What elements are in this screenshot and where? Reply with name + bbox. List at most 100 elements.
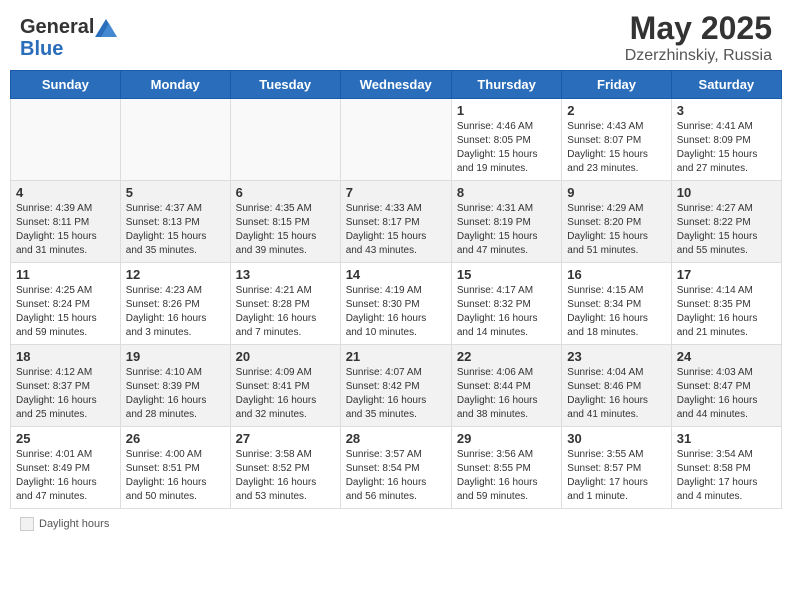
day-header-thursday: Thursday bbox=[451, 71, 561, 99]
day-number: 1 bbox=[457, 103, 556, 118]
calendar-day-12: 12 Sunrise: 4:23 AM Sunset: 8:26 PM Dayli… bbox=[120, 263, 230, 345]
day-info: Sunrise: 4:07 AM Sunset: 8:42 PM Dayligh… bbox=[346, 366, 446, 422]
calendar-day-7: 7Sunrise: 4:33 AM Sunset: 8:17 PM Daylig… bbox=[340, 181, 451, 263]
calendar-day-10: 10 Sunrise: 4:27 AM Sunset: 8:22 PM Dayli… bbox=[671, 181, 781, 263]
day-info: Sunrise: 3:55 AM Sunset: 8:57 PM Dayligh… bbox=[567, 448, 665, 504]
day-info: Sunrise: 4:09 AM Sunset: 8:41 PM Dayligh… bbox=[236, 366, 335, 422]
calendar-week-3: 11Sunrise: 4:25 AM Sunset: 8:24 PM Dayli… bbox=[11, 263, 782, 345]
title-section: May 2025 Dzerzhinskiy, Russia bbox=[625, 10, 772, 65]
logo-text: General Blue bbox=[20, 16, 118, 60]
day-info: Sunrise: 4:03 AM Sunset: 8:47 PM Dayligh… bbox=[677, 366, 776, 422]
day-number: 4 bbox=[16, 185, 115, 200]
calendar-day-empty bbox=[230, 99, 340, 181]
day-header-sunday: Sunday bbox=[11, 71, 121, 99]
day-info: Sunrise: 4:14 AM Sunset: 8:35 PM Dayligh… bbox=[677, 284, 776, 340]
calendar-day-empty bbox=[340, 99, 451, 181]
calendar-day-8: 8 Sunrise: 4:31 AM Sunset: 8:19 PM Daylig… bbox=[451, 181, 561, 263]
logo-blue: Blue bbox=[20, 38, 63, 60]
day-number: 9 bbox=[567, 185, 665, 200]
day-number: 6 bbox=[236, 185, 335, 200]
day-header-wednesday: Wednesday bbox=[340, 71, 451, 99]
calendar-day-18: 18Sunrise: 4:12 AM Sunset: 8:37 PM Dayli… bbox=[11, 345, 121, 427]
calendar-day-20: 20 Sunrise: 4:09 AM Sunset: 8:41 PM Dayli… bbox=[230, 345, 340, 427]
calendar-day-30: 30 Sunrise: 3:55 AM Sunset: 8:57 PM Dayli… bbox=[562, 427, 671, 509]
day-info: Sunrise: 4:41 AM Sunset: 8:09 PM Dayligh… bbox=[677, 120, 776, 176]
day-info: Sunrise: 3:56 AM Sunset: 8:55 PM Dayligh… bbox=[457, 448, 556, 504]
day-number: 23 bbox=[567, 349, 665, 364]
calendar-day-26: 26Sunrise: 4:00 AM Sunset: 8:51 PM Dayli… bbox=[120, 427, 230, 509]
day-info: Sunrise: 4:06 AM Sunset: 8:44 PM Dayligh… bbox=[457, 366, 556, 422]
calendar-day-21: 21Sunrise: 4:07 AM Sunset: 8:42 PM Dayli… bbox=[340, 345, 451, 427]
calendar-day-2: 2 Sunrise: 4:43 AM Sunset: 8:07 PM Daylig… bbox=[562, 99, 671, 181]
logo-icon bbox=[95, 19, 117, 37]
day-info: Sunrise: 4:25 AM Sunset: 8:24 PM Dayligh… bbox=[16, 284, 115, 340]
logo: General Blue bbox=[20, 16, 118, 60]
day-info: Sunrise: 3:54 AM Sunset: 8:58 PM Dayligh… bbox=[677, 448, 776, 504]
day-number: 28 bbox=[346, 431, 446, 446]
day-info: Sunrise: 4:15 AM Sunset: 8:34 PM Dayligh… bbox=[567, 284, 665, 340]
day-header-tuesday: Tuesday bbox=[230, 71, 340, 99]
day-number: 16 bbox=[567, 267, 665, 282]
day-number: 10 bbox=[677, 185, 776, 200]
calendar-day-27: 27Sunrise: 3:58 AM Sunset: 8:52 PM Dayli… bbox=[230, 427, 340, 509]
calendar-day-31: 31 Sunrise: 3:54 AM Sunset: 8:58 PM Dayli… bbox=[671, 427, 781, 509]
day-info: Sunrise: 4:04 AM Sunset: 8:46 PM Dayligh… bbox=[567, 366, 665, 422]
day-number: 17 bbox=[677, 267, 776, 282]
day-number: 24 bbox=[677, 349, 776, 364]
calendar-day-15: 15Sunrise: 4:17 AM Sunset: 8:32 PM Dayli… bbox=[451, 263, 561, 345]
calendar-week-5: 25 Sunrise: 4:01 AM Sunset: 8:49 PM Dayli… bbox=[11, 427, 782, 509]
calendar-day-28: 28Sunrise: 3:57 AM Sunset: 8:54 PM Dayli… bbox=[340, 427, 451, 509]
day-number: 2 bbox=[567, 103, 665, 118]
calendar-day-11: 11Sunrise: 4:25 AM Sunset: 8:24 PM Dayli… bbox=[11, 263, 121, 345]
calendar-day-14: 14 Sunrise: 4:19 AM Sunset: 8:30 PM Dayli… bbox=[340, 263, 451, 345]
day-number: 12 bbox=[126, 267, 225, 282]
day-number: 18 bbox=[16, 349, 115, 364]
day-info: Sunrise: 4:43 AM Sunset: 8:07 PM Dayligh… bbox=[567, 120, 665, 176]
day-info: Sunrise: 4:33 AM Sunset: 8:17 PM Dayligh… bbox=[346, 202, 446, 258]
day-number: 14 bbox=[346, 267, 446, 282]
day-number: 29 bbox=[457, 431, 556, 446]
day-number: 8 bbox=[457, 185, 556, 200]
calendar-day-1: 1 Sunrise: 4:46 AM Sunset: 8:05 PM Daylig… bbox=[451, 99, 561, 181]
day-info: Sunrise: 4:31 AM Sunset: 8:19 PM Dayligh… bbox=[457, 202, 556, 258]
day-number: 3 bbox=[677, 103, 776, 118]
daylight-hours-legend: Daylight hours bbox=[20, 517, 109, 531]
calendar-day-22: 22Sunrise: 4:06 AM Sunset: 8:44 PM Dayli… bbox=[451, 345, 561, 427]
logo-general: General bbox=[20, 16, 94, 38]
day-number: 27 bbox=[236, 431, 335, 446]
calendar-day-5: 5Sunrise: 4:37 AM Sunset: 8:13 PM Daylig… bbox=[120, 181, 230, 263]
page-header: General Blue May 2025 Dzerzhinskiy, Russ… bbox=[0, 0, 792, 70]
day-info: Sunrise: 4:19 AM Sunset: 8:30 PM Dayligh… bbox=[346, 284, 446, 340]
calendar-day-24: 24 Sunrise: 4:03 AM Sunset: 8:47 PM Dayli… bbox=[671, 345, 781, 427]
shaded-legend-box bbox=[20, 517, 34, 531]
calendar-day-17: 17 Sunrise: 4:14 AM Sunset: 8:35 PM Dayli… bbox=[671, 263, 781, 345]
day-info: Sunrise: 4:35 AM Sunset: 8:15 PM Dayligh… bbox=[236, 202, 335, 258]
main-title: May 2025 bbox=[625, 10, 772, 47]
day-header-saturday: Saturday bbox=[671, 71, 781, 99]
day-number: 30 bbox=[567, 431, 665, 446]
day-info: Sunrise: 4:29 AM Sunset: 8:20 PM Dayligh… bbox=[567, 202, 665, 258]
calendar-day-23: 23 Sunrise: 4:04 AM Sunset: 8:46 PM Dayli… bbox=[562, 345, 671, 427]
day-info: Sunrise: 4:37 AM Sunset: 8:13 PM Dayligh… bbox=[126, 202, 225, 258]
day-info: Sunrise: 4:10 AM Sunset: 8:39 PM Dayligh… bbox=[126, 366, 225, 422]
calendar-day-empty bbox=[11, 99, 121, 181]
day-number: 26 bbox=[126, 431, 225, 446]
daylight-hours-label: Daylight hours bbox=[39, 518, 109, 530]
calendar-day-13: 13Sunrise: 4:21 AM Sunset: 8:28 PM Dayli… bbox=[230, 263, 340, 345]
day-number: 25 bbox=[16, 431, 115, 446]
day-info: Sunrise: 4:46 AM Sunset: 8:05 PM Dayligh… bbox=[457, 120, 556, 176]
calendar-day-16: 16 Sunrise: 4:15 AM Sunset: 8:34 PM Dayli… bbox=[562, 263, 671, 345]
calendar-day-25: 25 Sunrise: 4:01 AM Sunset: 8:49 PM Dayli… bbox=[11, 427, 121, 509]
calendar-week-4: 18Sunrise: 4:12 AM Sunset: 8:37 PM Dayli… bbox=[11, 345, 782, 427]
day-info: Sunrise: 4:17 AM Sunset: 8:32 PM Dayligh… bbox=[457, 284, 556, 340]
day-number: 31 bbox=[677, 431, 776, 446]
day-info: Sunrise: 4:27 AM Sunset: 8:22 PM Dayligh… bbox=[677, 202, 776, 258]
calendar-day-19: 19 Sunrise: 4:10 AM Sunset: 8:39 PM Dayli… bbox=[120, 345, 230, 427]
calendar-day-empty bbox=[120, 99, 230, 181]
day-info: Sunrise: 4:23 AM Sunset: 8:26 PM Dayligh… bbox=[126, 284, 225, 340]
day-info: Sunrise: 4:01 AM Sunset: 8:49 PM Dayligh… bbox=[16, 448, 115, 504]
day-number: 20 bbox=[236, 349, 335, 364]
day-number: 19 bbox=[126, 349, 225, 364]
calendar-week-1: 1 Sunrise: 4:46 AM Sunset: 8:05 PM Daylig… bbox=[11, 99, 782, 181]
day-header-monday: Monday bbox=[120, 71, 230, 99]
